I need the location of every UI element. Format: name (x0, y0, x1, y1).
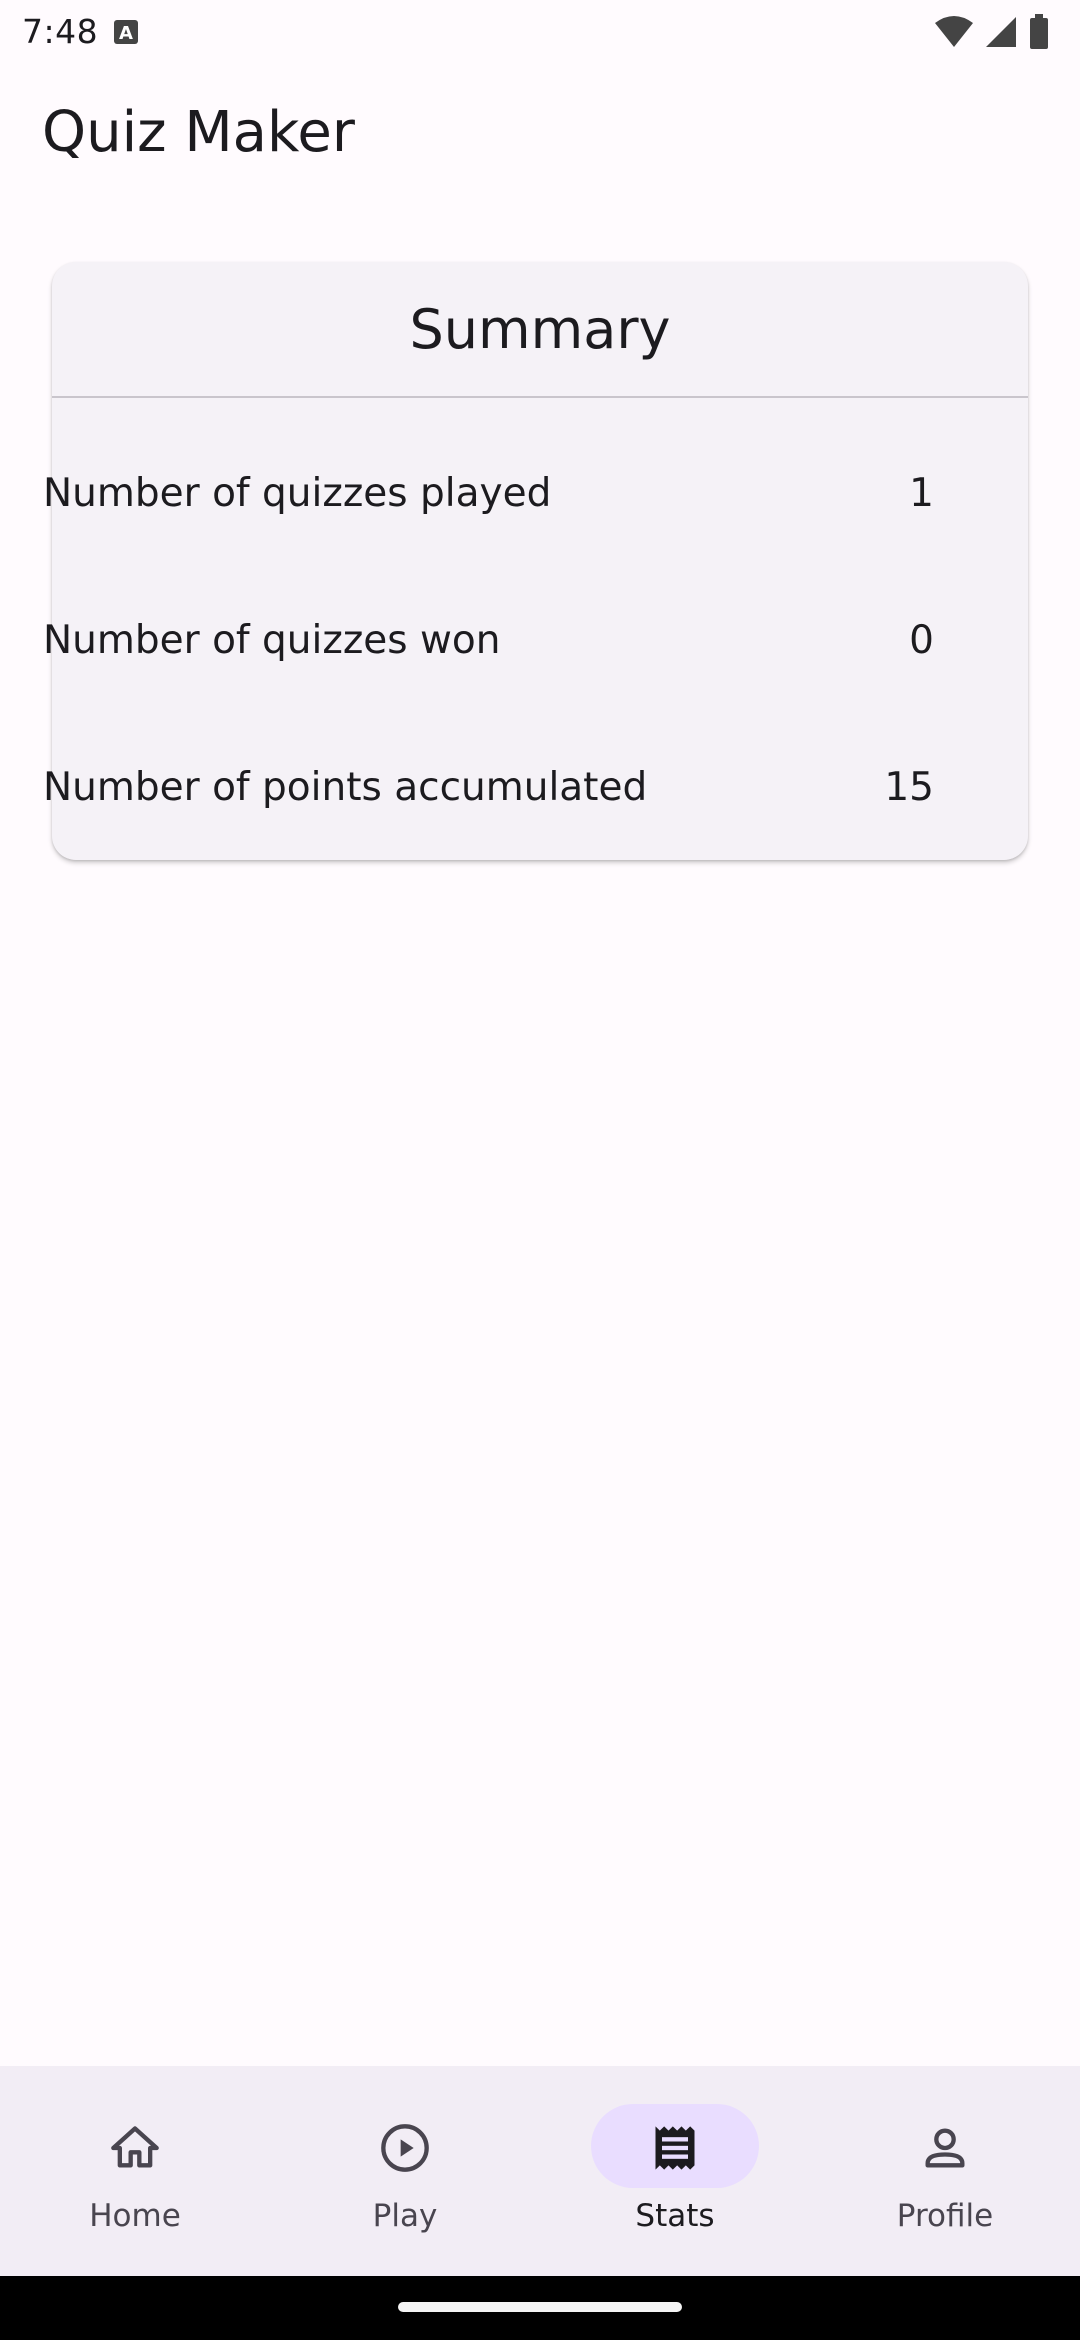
system-gesture-bar (0, 2276, 1080, 2340)
stat-value: 15 (884, 764, 934, 810)
status-bar: 7:48 A (0, 0, 1080, 64)
gesture-handle[interactable] (398, 2302, 682, 2312)
summary-header: Summary (52, 262, 1028, 398)
person-icon (925, 2128, 965, 2168)
signal-icon (986, 17, 1016, 47)
wifi-icon (935, 16, 973, 47)
play-circle-icon (381, 2124, 429, 2172)
stat-row-points: Number of points accumulated 15 (0, 747, 976, 827)
stat-label: Number of quizzes won (43, 617, 501, 663)
stat-row-quizzes-won: Number of quizzes won 0 (0, 600, 976, 680)
bottom-navigation: Home Play Stats Profile (0, 2066, 1080, 2276)
nav-item-stats[interactable]: Stats (540, 2066, 810, 2276)
nav-label-home: Home (89, 2198, 181, 2234)
home-icon (111, 2126, 159, 2168)
stat-label: Number of points accumulated (43, 764, 648, 810)
app-title: Quiz Maker (42, 100, 355, 165)
nav-label-stats: Stats (635, 2198, 715, 2234)
nav-item-profile[interactable]: Profile (810, 2066, 1080, 2276)
stat-row-quizzes-played: Number of quizzes played 1 (0, 453, 976, 533)
nav-label-play: Play (372, 2198, 438, 2234)
summary-title: Summary (409, 297, 671, 361)
screen: 7:48 A Quiz Maker Summary Number of quiz… (0, 0, 1080, 2340)
battery-icon (1030, 14, 1048, 49)
nav-item-play[interactable]: Play (270, 2066, 540, 2276)
svg-text:A: A (119, 23, 133, 44)
nav-label-profile: Profile (896, 2198, 994, 2234)
status-icons (934, 14, 1050, 50)
keyboard-a-icon: A (114, 20, 138, 44)
status-time: 7:48 (22, 12, 99, 51)
nav-item-home[interactable]: Home (0, 2066, 270, 2276)
stat-value: 1 (909, 470, 934, 516)
stat-value: 0 (909, 617, 934, 663)
receipt-icon (655, 2126, 695, 2170)
stat-label: Number of quizzes played (43, 470, 552, 516)
